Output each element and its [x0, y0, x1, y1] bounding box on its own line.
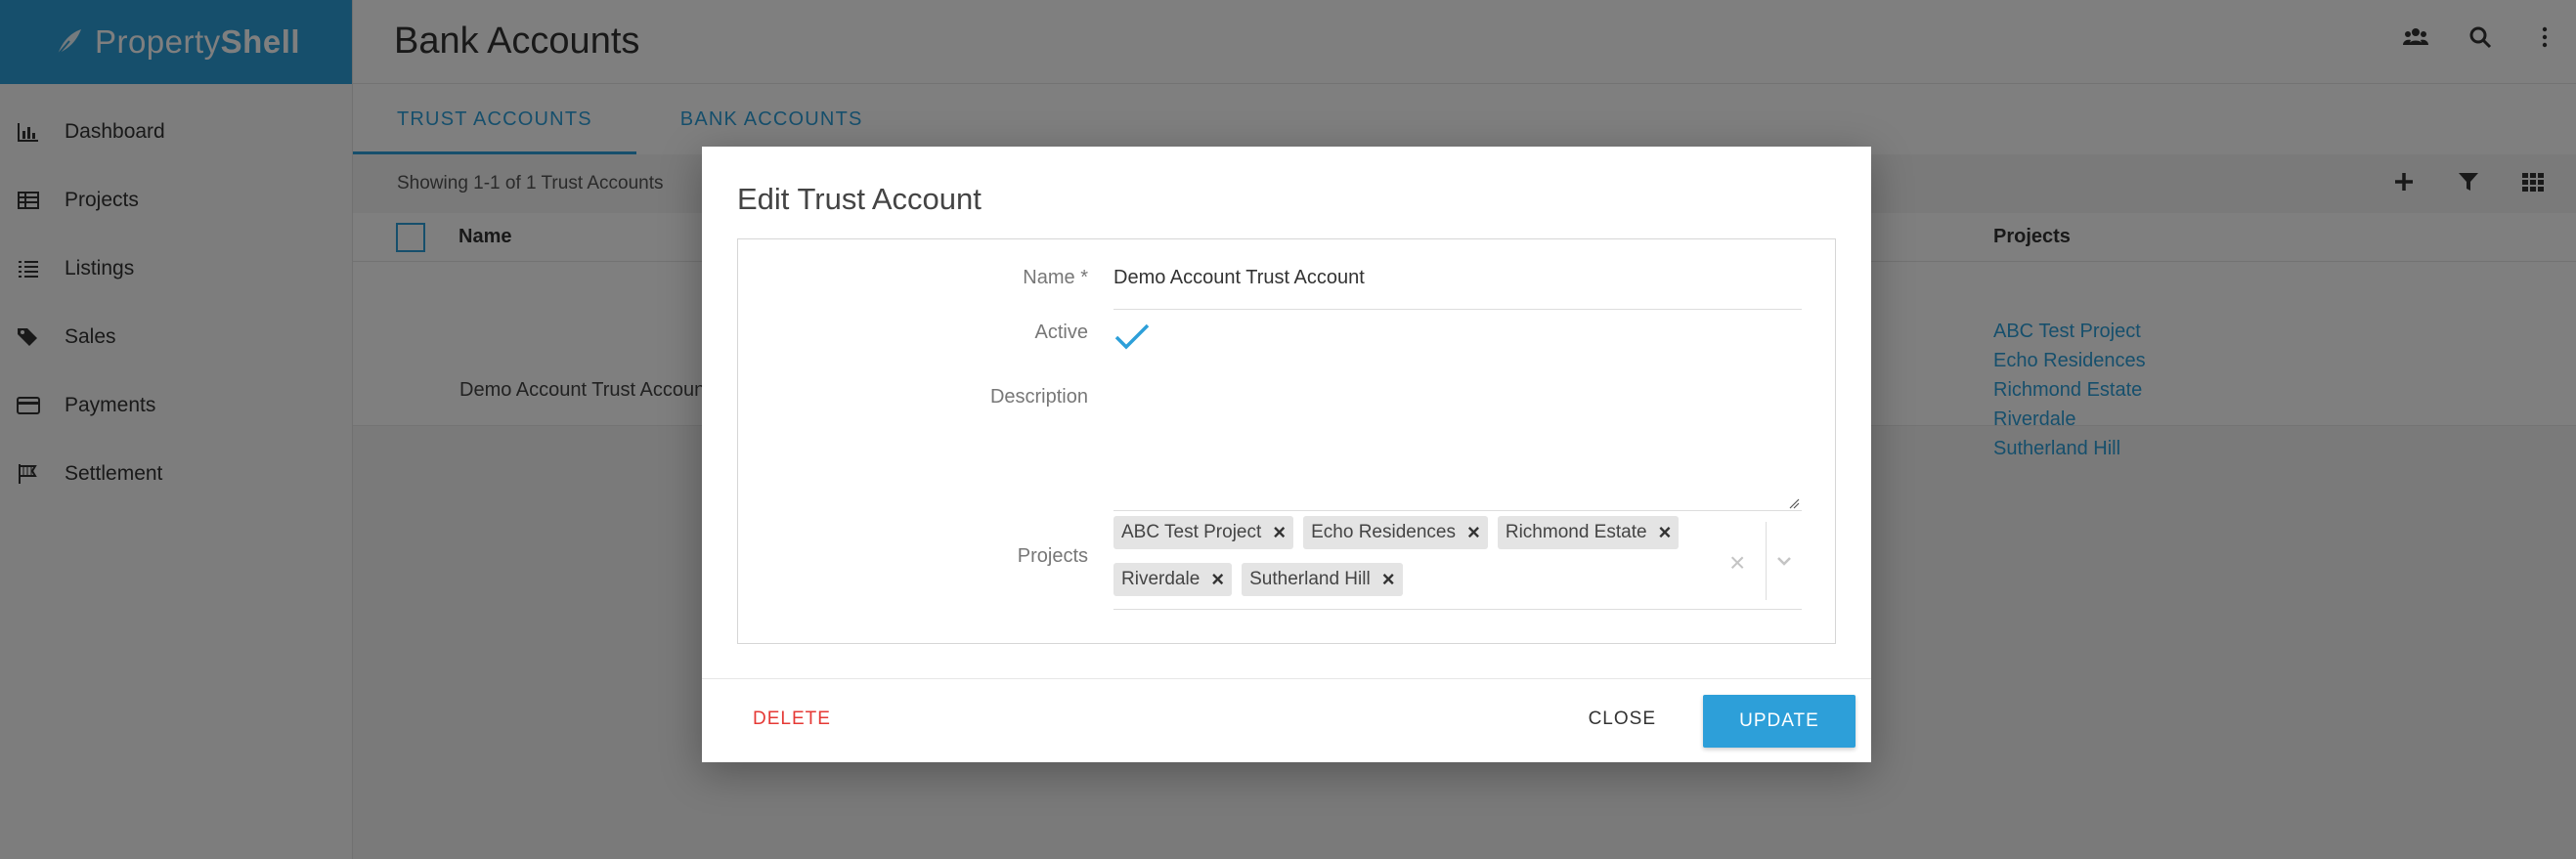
active-label: Active [1034, 322, 1088, 343]
delete-button[interactable]: DELETE [753, 709, 831, 730]
description-textarea[interactable] [1113, 386, 1802, 511]
close-button[interactable]: CLOSE [1589, 709, 1656, 730]
chip-remove-icon[interactable]: × [1467, 520, 1480, 545]
update-button[interactable]: UPDATE [1703, 695, 1856, 748]
active-checkbox[interactable] [1113, 322, 1802, 358]
projects-multiselect[interactable]: ABC Test Project × Echo Residences × Richm… [1113, 516, 1802, 610]
chevron-down-icon[interactable] [1774, 551, 1794, 571]
project-chip: Riverdale × [1113, 563, 1233, 596]
dialog-form: Name * Demo Account Trust Account Active… [737, 238, 1836, 644]
project-chip: ABC Test Project × [1113, 516, 1294, 549]
name-label: Name * [1023, 267, 1088, 288]
projects-label: Projects [1017, 545, 1088, 567]
dialog-footer: DELETE CLOSE UPDATE [702, 678, 1871, 762]
chip-remove-icon[interactable]: × [1659, 520, 1672, 545]
project-chip: Richmond Estate × [1497, 516, 1680, 549]
project-chip: Sutherland Hill × [1242, 563, 1403, 596]
chip-remove-icon[interactable]: × [1382, 567, 1395, 592]
clear-all-icon[interactable]: × [1729, 547, 1745, 579]
dialog-title: Edit Trust Account [737, 182, 982, 216]
description-label: Description [989, 386, 1088, 408]
chip-remove-icon[interactable]: × [1211, 567, 1224, 592]
edit-trust-account-dialog: Edit Trust Account Name * Demo Account T… [702, 147, 1871, 762]
resize-handle-icon[interactable] [1788, 497, 1800, 509]
project-chips: ABC Test Project × Echo Residences × Richm… [1113, 516, 1710, 596]
select-separator [1766, 522, 1767, 600]
project-chip: Echo Residences × [1303, 516, 1488, 549]
chip-remove-icon[interactable]: × [1273, 520, 1286, 545]
checkmark-icon [1114, 323, 1150, 350]
name-input[interactable]: Demo Account Trust Account [1113, 267, 1802, 310]
